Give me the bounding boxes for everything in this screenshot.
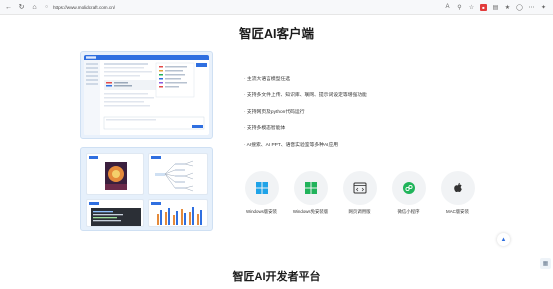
download-label: Windows版安装: [246, 209, 277, 214]
mini-program-icon: [402, 182, 415, 194]
tabs-icon[interactable]: ▤: [492, 4, 499, 11]
refresh-icon[interactable]: ↻: [17, 3, 26, 12]
code-tile: [86, 199, 144, 227]
grid-icon: ▦: [542, 261, 549, 267]
chevron-up-icon: ▲: [500, 236, 507, 243]
home-icon[interactable]: ⌂: [30, 3, 39, 12]
scroll-to-top-button[interactable]: ▲: [497, 233, 510, 246]
section-title-developer-platform: 智匠AI开发者平台: [232, 271, 321, 283]
browser-toolbar: ← ↻ ⌂ ○ https://www.molidcraft.com.cn/ A…: [0, 0, 553, 15]
apple-icon: [453, 182, 462, 192]
download-wechat-miniprogram[interactable]: 微信小程序: [384, 171, 433, 221]
zoom-icon[interactable]: ⚲: [456, 4, 463, 11]
download-circle[interactable]: [342, 171, 377, 205]
back-icon[interactable]: ←: [4, 3, 13, 12]
image-generation-tile: [86, 153, 144, 195]
download-label: MAC版安装: [446, 209, 469, 214]
download-label: 网页调用版: [348, 209, 371, 214]
download-mac-installer[interactable]: MAC版安装: [433, 171, 482, 221]
feature-item: · 支持网页及python代码运行: [244, 109, 305, 115]
favorites-icon[interactable]: ★: [504, 4, 511, 11]
menu-icon[interactable]: ⋯: [528, 4, 535, 11]
client-screenshot-chat: [80, 51, 213, 139]
history-icon[interactable]: ◯: [516, 4, 523, 11]
download-label: 微信小程序: [397, 209, 420, 214]
windows-icon: [304, 182, 317, 194]
lock-icon: ○: [45, 4, 49, 10]
translate-icon[interactable]: A: [444, 4, 451, 11]
download-windows-installer[interactable]: Windows版安装: [237, 171, 286, 221]
download-circle[interactable]: [244, 171, 279, 205]
address-bar[interactable]: ○ https://www.molidcraft.com.cn/: [45, 3, 375, 12]
download-windows-portable[interactable]: Windows免安装版: [286, 171, 335, 221]
download-circle[interactable]: [391, 171, 426, 205]
address-text: https://www.molidcraft.com.cn/: [53, 4, 116, 10]
download-label: Windows免安装版: [292, 209, 329, 214]
chat-app-illustration: [84, 55, 209, 135]
bar-chart-tile: [148, 199, 208, 227]
browser-window-icon: [353, 182, 366, 194]
feature-item: · AI搜索、AI PPT、语音实验室等多种AI应用: [244, 142, 339, 148]
feature-item: · 支持多模态智能体: [244, 126, 286, 132]
client-screenshot-apps: [80, 147, 213, 231]
feature-item: · 主流大语言模型任选: [244, 76, 291, 82]
download-web-version[interactable]: 网页调用版: [335, 171, 384, 221]
mindmap-tile: [148, 153, 208, 195]
download-circle[interactable]: [293, 171, 328, 205]
download-options: Windows版安装 Windows免安装版 网页调用版 微信小程序 MAC版安…: [237, 171, 482, 221]
feature-item: · 支持多文件上传、知识库、联网、提示词设定等增强功能: [244, 93, 367, 99]
page-title: 智匠AI客户端: [238, 27, 314, 41]
copilot-icon[interactable]: ✦: [540, 4, 547, 11]
star-icon[interactable]: ☆: [468, 4, 475, 11]
download-circle[interactable]: [440, 171, 475, 205]
extension-icon[interactable]: ■: [480, 3, 487, 11]
windows-icon: [255, 182, 268, 194]
feature-list: · 主流大语言模型任选 · 支持多文件上传、知识库、联网、提示词设定等增强功能 …: [244, 70, 444, 153]
